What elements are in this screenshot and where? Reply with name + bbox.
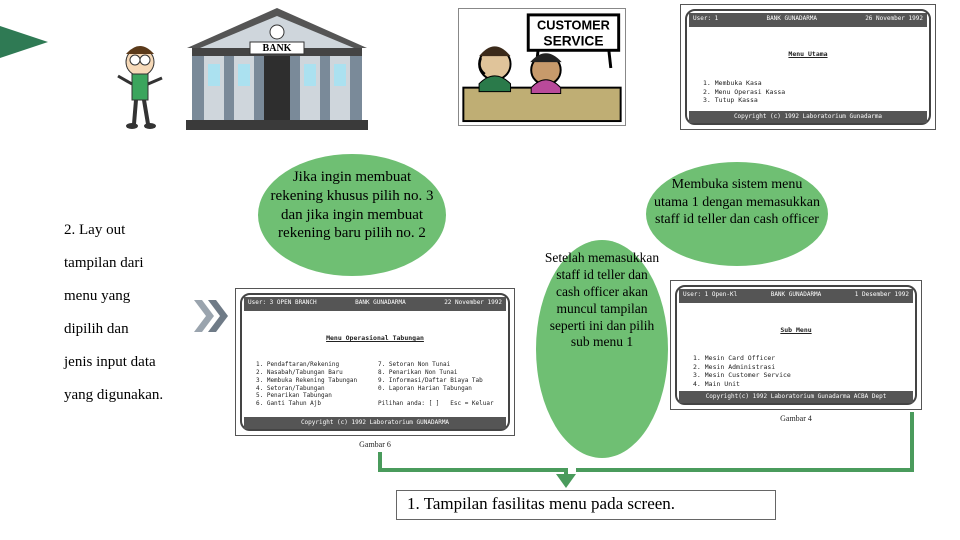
speech-bubble-1: Jika ingin membuat rekening khusus pilih… bbox=[258, 154, 446, 276]
terminal-screenshot-1: User: 1 BANK GUNADARMA 26 November 1992 … bbox=[680, 4, 936, 130]
term1-header-right: 26 November 1992 bbox=[865, 15, 923, 25]
term3-title: Sub Menu bbox=[683, 326, 909, 334]
left-line-3: menu yang bbox=[64, 280, 194, 313]
character-illustration bbox=[112, 40, 168, 132]
term1-header-left: User: 1 bbox=[693, 15, 718, 25]
term3-header-center: BANK GUNADARMA bbox=[771, 291, 822, 301]
left-line-4: dipilih dan bbox=[64, 313, 194, 346]
term1-title: Menu Utama bbox=[693, 50, 923, 58]
left-line-2: tampilan dari bbox=[64, 247, 194, 280]
chevron-arrows-icon bbox=[192, 296, 232, 336]
speech-bubble-2: Membuka sistem menu utama 1 dengan memas… bbox=[646, 162, 828, 266]
left-line-6: yang digunakan. bbox=[64, 379, 194, 412]
term2-footer: Copyright (c) 1992 Laboratorium GUNADARM… bbox=[244, 417, 506, 429]
term1-footer: Copyright (c) 1992 Laboratorium Gunadarm… bbox=[689, 111, 927, 123]
term2-items: 1. Pendaftaran/Rekening 2. Nasabah/Tabun… bbox=[248, 359, 502, 410]
speech-bubble-3: Setelah memasukkan staff id teller dan c… bbox=[536, 240, 668, 458]
terminal-screenshot-2: User: 3 OPEN BRANCH BANK GUNADARMA 22 No… bbox=[235, 288, 515, 436]
term2-header-center: BANK GUNADARMA bbox=[355, 299, 406, 309]
left-line-1: 2. Lay out bbox=[64, 214, 194, 247]
term3-header-right: 1 Desember 1992 bbox=[855, 291, 909, 301]
term1-header-center: BANK GUNADARMA bbox=[766, 15, 817, 25]
term2-caption: Gambar 6 bbox=[236, 440, 514, 449]
term2-header-right: 22 November 1992 bbox=[444, 299, 502, 309]
left-paragraph: 2. Lay out tampilan dari menu yang dipil… bbox=[64, 214, 194, 412]
bottom-caption: 1. Tampilan fasilitas menu pada screen. bbox=[396, 490, 776, 520]
term3-footer: Copyright(c) 1992 Laboratorium Gunadarma… bbox=[679, 391, 913, 403]
bank-sign-text: BANK bbox=[263, 43, 292, 54]
term3-caption: Gambar 4 bbox=[671, 414, 921, 423]
bank-building-illustration: BANK bbox=[182, 0, 372, 132]
terminal-screenshot-3: User: 1 Open-Kl BANK GUNADARMA 1 Desembe… bbox=[670, 280, 922, 410]
customer-service-illustration: CUSTOMER SERVICE bbox=[458, 8, 626, 126]
cs-sign-line2: SERVICE bbox=[543, 33, 603, 48]
left-line-5: jenis input data bbox=[64, 346, 194, 379]
cs-sign-line1: CUSTOMER bbox=[537, 18, 610, 33]
term3-header-left: User: 1 Open-Kl bbox=[683, 291, 737, 301]
term2-header-left: User: 3 OPEN BRANCH bbox=[248, 299, 317, 309]
term2-title: Menu Operasional Tabungan bbox=[248, 334, 502, 342]
decor-triangle bbox=[0, 26, 48, 58]
